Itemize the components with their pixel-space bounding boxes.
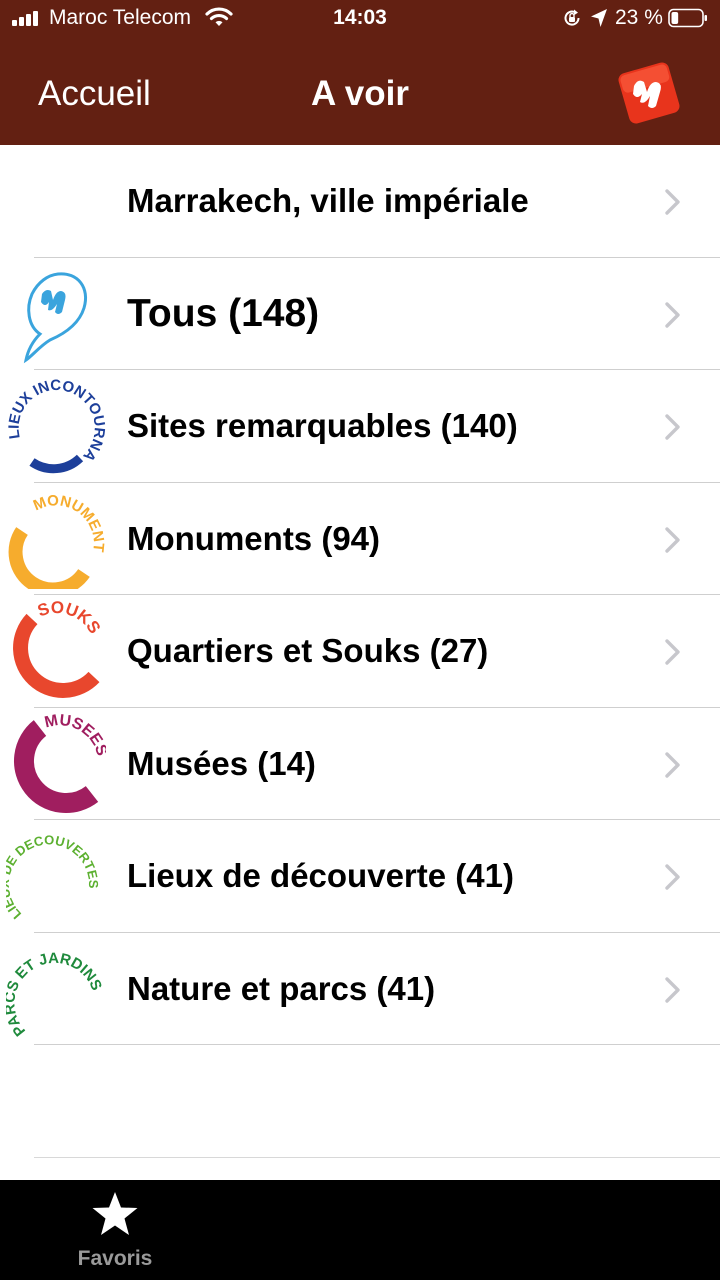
- list-item-sites-remarquables[interactable]: LIEUX INCONTOURNABLES Sites remarquables…: [0, 370, 720, 483]
- monuments-icon: MONUMENTS: [6, 489, 106, 589]
- list-item-label: Lieux de découverte (41): [127, 857, 514, 894]
- icon-ring-text: SOUKS: [35, 601, 104, 637]
- navigation-bar: Accueil A voir: [0, 36, 720, 145]
- chevron-right-icon: [665, 976, 680, 1003]
- brand-logo-icon[interactable]: [614, 58, 684, 128]
- tab-favoris-label: Favoris: [77, 1247, 153, 1270]
- lieux-de-decouvertes-icon: LIEUX DE DECOUVERTES: [6, 832, 101, 922]
- battery-icon: [668, 8, 707, 28]
- icon-ring-text: PARCS ET JARDINS: [6, 949, 105, 1038]
- list-item-quartiers-et-souks[interactable]: SOUKS Quartiers et Souks (27): [0, 595, 720, 708]
- parcs-et-jardins-icon: PARCS ET JARDINS: [6, 949, 105, 1038]
- list-item-label: Monuments (94): [127, 519, 381, 557]
- status-time: 14:03: [333, 6, 387, 29]
- list-item-musees[interactable]: MUSEES Musées (14): [0, 708, 720, 820]
- list-item-nature-et-parcs[interactable]: PARCS ET JARDINS Nature et parcs (41): [0, 933, 720, 1045]
- category-list: Marrakech, ville impériale Tous (148) LI…: [0, 145, 720, 1045]
- svg-text:PARCS ET JARDINS: PARCS ET JARDINS: [6, 949, 105, 1038]
- location-arrow-icon: [591, 9, 607, 27]
- chevron-right-icon: [665, 864, 680, 890]
- chevron-right-icon: [665, 414, 680, 440]
- tab-bar: Favoris: [0, 1180, 720, 1280]
- status-bar: Maroc Telecom 14:03 23 %: [0, 0, 720, 36]
- list-item-lieux-de-decouverte[interactable]: LIEUX DE DECOUVERTES Lieux de découverte…: [0, 820, 720, 933]
- svg-text:MUSEES: MUSEES: [43, 714, 106, 758]
- chevron-right-icon: [665, 751, 680, 778]
- top-bar: Maroc Telecom 14:03 23 % Accueil A voir: [0, 0, 720, 145]
- svg-text:LIEUX INCONTOURNABLES: LIEUX INCONTOURNABLES: [6, 376, 106, 465]
- list-item-label: Musées (14): [127, 744, 316, 782]
- page-title: A voir: [311, 74, 409, 113]
- star-icon: [92, 1192, 138, 1235]
- icon-ring-text: LIEUX INCONTOURNABLES: [6, 376, 106, 465]
- icon-ring-text: LIEUX DE DECOUVERTES: [6, 832, 101, 922]
- icon-ring-text: MUSEES: [43, 714, 106, 758]
- list-item-label: Nature et parcs (41): [127, 969, 436, 1007]
- chevron-right-icon: [665, 189, 680, 215]
- orientation-lock-icon: [564, 9, 580, 26]
- battery-percent: 23 %: [615, 6, 663, 29]
- lieux-incontournables-icon: LIEUX INCONTOURNABLES: [6, 376, 106, 474]
- speech-bubble-logo-icon: [23, 271, 87, 363]
- chevron-right-icon: [665, 301, 680, 328]
- musees-icon: MUSEES: [14, 714, 106, 813]
- list-item-label: Tous (148): [127, 291, 320, 335]
- svg-text:LIEUX DE DECOUVERTES: LIEUX DE DECOUVERTES: [6, 832, 101, 922]
- list-item-marrakech[interactable]: Marrakech, ville impériale: [0, 145, 720, 258]
- row-divider: [34, 1044, 720, 1045]
- chevron-right-icon: [665, 526, 680, 553]
- list-footer-divider: [34, 1157, 720, 1158]
- svg-text:SOUKS: SOUKS: [35, 601, 104, 637]
- list-item-label: Sites remarquables (140): [127, 407, 518, 444]
- souks-icon: SOUKS: [13, 601, 104, 698]
- list-item-label: Marrakech, ville impériale: [127, 182, 529, 219]
- tab-favoris[interactable]: Favoris: [60, 1180, 170, 1280]
- list-item-label: Quartiers et Souks (27): [127, 632, 489, 669]
- list-item-monuments[interactable]: MONUMENTS Monuments (94): [0, 483, 720, 595]
- chevron-right-icon: [665, 639, 680, 665]
- list-item-tous[interactable]: Tous (148): [0, 258, 720, 370]
